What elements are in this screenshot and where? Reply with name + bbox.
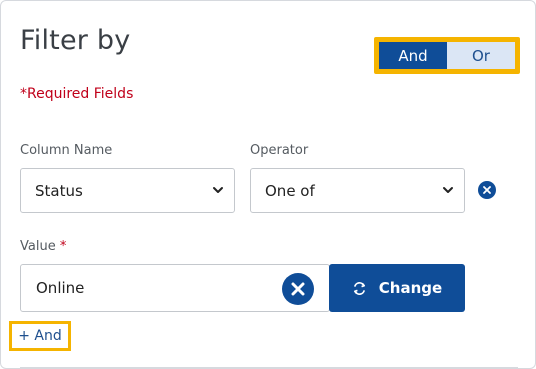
column-name-select[interactable]: Status bbox=[20, 168, 235, 213]
clear-icon bbox=[291, 282, 305, 296]
operator-value: One of bbox=[265, 181, 315, 200]
or-toggle-button[interactable]: Or bbox=[447, 42, 515, 69]
add-and-link[interactable]: + And bbox=[9, 321, 71, 351]
page-title: Filter by bbox=[20, 25, 131, 56]
refresh-icon bbox=[352, 281, 367, 296]
filter-panel: Filter by And Or *Required Fields Column… bbox=[0, 0, 536, 369]
chevron-down-icon bbox=[443, 187, 453, 193]
required-fields-note: *Required Fields bbox=[20, 86, 134, 102]
and-or-toggle: And Or bbox=[374, 37, 520, 74]
operator-select[interactable]: One of bbox=[250, 168, 465, 213]
change-button[interactable]: Change bbox=[329, 264, 465, 312]
and-toggle-button[interactable]: And bbox=[379, 42, 447, 69]
change-button-label: Change bbox=[378, 279, 443, 297]
chevron-down-icon bbox=[213, 187, 223, 193]
column-name-value: Status bbox=[35, 181, 83, 200]
column-name-label: Column Name bbox=[20, 143, 113, 158]
value-label-text: Value bbox=[20, 239, 56, 254]
value-label: Value * bbox=[20, 239, 66, 254]
clear-value-button[interactable] bbox=[282, 273, 314, 305]
value-input-text: Online bbox=[36, 279, 85, 297]
operator-label: Operator bbox=[250, 143, 309, 158]
remove-icon bbox=[483, 186, 491, 194]
divider bbox=[20, 367, 518, 368]
required-star: * bbox=[59, 239, 67, 254]
remove-condition-button[interactable] bbox=[478, 181, 496, 199]
